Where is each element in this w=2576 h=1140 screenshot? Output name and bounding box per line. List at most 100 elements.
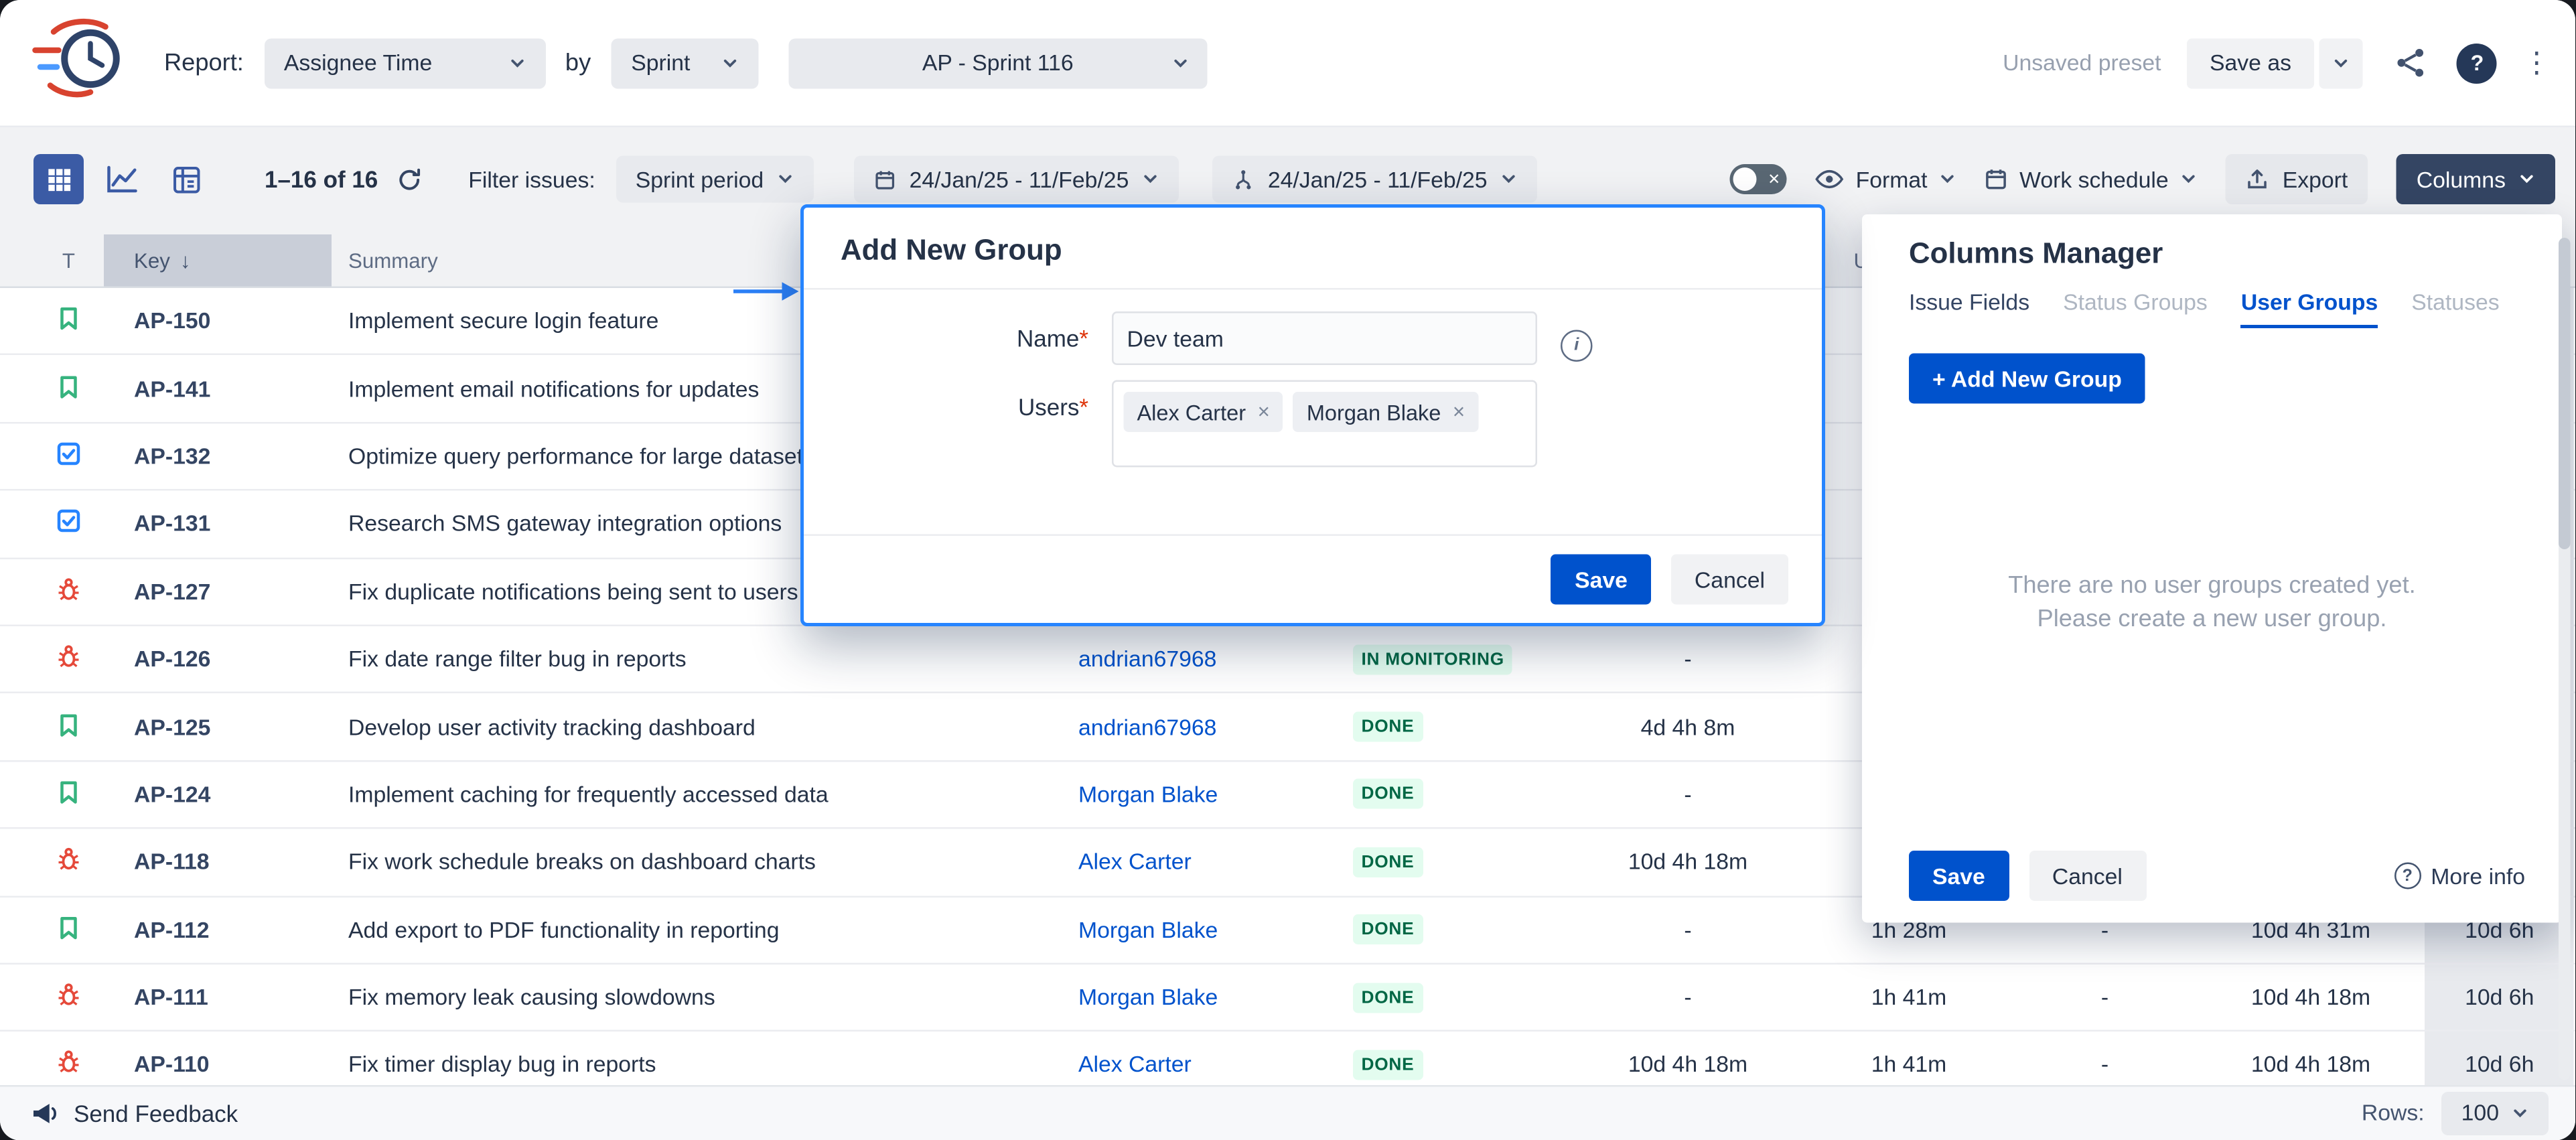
status-badge: DONE (1353, 847, 1423, 877)
modal-title: Add New Group (804, 208, 1822, 290)
chevron-down-icon (1172, 54, 1189, 71)
table-row[interactable]: AP-110 Fix timer display bug in reports … (0, 1032, 2576, 1085)
assignee-link[interactable]: Morgan Blake (1078, 985, 1218, 1010)
issue-key[interactable]: AP-131 (104, 511, 332, 537)
chevron-down-icon (2333, 54, 2350, 71)
col-header-key[interactable]: Key ↓ (104, 234, 332, 287)
user-chip[interactable]: Morgan Blake × (1293, 392, 1478, 432)
status-cell: DONE (1303, 915, 1571, 945)
issue-key[interactable]: AP-111 (104, 985, 332, 1010)
more-info-link[interactable]: ? More info (2394, 863, 2525, 889)
assignee-cell: Morgan Blake (1052, 782, 1303, 807)
chevron-down-icon (2180, 171, 2197, 188)
sprint-dropdown[interactable]: AP - Sprint 116 (788, 38, 1207, 88)
assignee-link[interactable]: andrian67968 (1078, 646, 1216, 672)
compare-range-dropdown[interactable]: 24/Jan/25 - 11/Feb/25 (1212, 156, 1537, 203)
columns-manager-tabs: Issue Fields Status Groups User Groups Stat… (1862, 271, 2562, 328)
issue-key[interactable]: AP-125 (104, 714, 332, 739)
status-badge: DONE (1353, 982, 1423, 1012)
name-form-row: Name* i (841, 311, 1785, 365)
tab-user-groups[interactable]: User Groups (2241, 290, 2378, 329)
tab-statuses[interactable]: Statuses (2411, 290, 2499, 329)
question-circle-icon: ? (2394, 863, 2421, 889)
issue-key[interactable]: AP-141 (104, 376, 332, 401)
remove-user-icon[interactable]: × (1258, 401, 1270, 424)
user-chip[interactable]: Alex Carter × (1124, 392, 1283, 432)
user-chip-label: Morgan Blake (1307, 399, 1441, 425)
remove-user-icon[interactable]: × (1453, 401, 1465, 424)
tab-status-groups[interactable]: Status Groups (2063, 290, 2208, 329)
group-name-input[interactable] (1112, 311, 1537, 365)
format-dropdown[interactable]: Format (1816, 167, 1956, 192)
date-range-dropdown[interactable]: 24/Jan/25 - 11/Feb/25 (854, 156, 1179, 203)
story-icon (56, 914, 82, 946)
filter-issues-label: Filter issues: (468, 167, 595, 192)
app-window: Report: Assignee Time by Sprint AP - Spr… (0, 0, 2576, 1140)
col-header-type[interactable]: T (33, 248, 104, 272)
users-multiselect[interactable]: Alex Carter × Morgan Blake × (1112, 380, 1537, 468)
vertical-scrollbar (2559, 238, 2571, 1080)
filter-preset-dropdown[interactable]: Sprint period (616, 156, 814, 203)
export-label: Export (2283, 167, 2348, 192)
issue-key[interactable]: AP-132 (104, 443, 332, 469)
eye-icon (1816, 169, 1845, 190)
issue-type-cell (33, 711, 104, 743)
modal-cancel-button[interactable]: Cancel (1671, 555, 1788, 605)
info-icon[interactable]: i (1561, 329, 1593, 361)
send-feedback-label: Send Feedback (74, 1100, 238, 1127)
assignee-link[interactable]: andrian67968 (1078, 714, 1216, 739)
rows-label: Rows: (2362, 1100, 2425, 1126)
rows-per-page-dropdown[interactable]: 100 (2441, 1092, 2549, 1135)
bug-icon (56, 846, 82, 878)
modal-save-button[interactable]: Save (1551, 555, 1651, 605)
assignee-link[interactable]: Alex Carter (1078, 849, 1192, 875)
chevron-down-icon (721, 54, 738, 71)
assignee-cell: Morgan Blake (1052, 917, 1303, 942)
issue-key[interactable]: AP-112 (104, 917, 332, 942)
group-by-dropdown[interactable]: Sprint (611, 38, 758, 88)
time-cell-4: 10d 4h 18m (2197, 985, 2425, 1010)
more-menu-button[interactable]: ⋮ (2522, 46, 2546, 80)
send-feedback-button[interactable]: Send Feedback (30, 1100, 238, 1127)
grid-view-button[interactable] (33, 154, 84, 204)
chart-view-button[interactable] (97, 154, 147, 204)
assignee-link[interactable]: Alex Carter (1078, 1052, 1192, 1078)
name-label: Name* (841, 311, 1088, 365)
issue-summary: Fix memory leak causing slowdowns (332, 985, 1052, 1010)
issue-summary: Fix date range filter bug in reports (332, 646, 1052, 672)
issue-key[interactable]: AP-127 (104, 579, 332, 604)
add-new-group-button[interactable]: + Add New Group (1909, 354, 2145, 404)
export-button[interactable]: Export (2226, 154, 2368, 204)
issue-key[interactable]: AP-118 (104, 849, 332, 875)
work-schedule-dropdown[interactable]: Work schedule (1985, 167, 2198, 192)
assignee-cell: Alex Carter (1052, 849, 1303, 875)
panel-cancel-button[interactable]: Cancel (2029, 851, 2146, 901)
compare-range-value: 24/Jan/25 - 11/Feb/25 (1268, 167, 1488, 192)
report-type-dropdown[interactable]: Assignee Time (264, 38, 545, 88)
pivot-view-button[interactable] (161, 154, 211, 204)
columns-button[interactable]: Columns (2396, 154, 2556, 204)
refresh-button[interactable] (388, 157, 431, 201)
issue-key[interactable]: AP-124 (104, 782, 332, 807)
issue-key[interactable]: AP-126 (104, 646, 332, 672)
issue-key[interactable]: AP-150 (104, 308, 332, 334)
empty-columns-toggle[interactable]: ✕ (1730, 164, 1787, 194)
save-as-menu-button[interactable] (2319, 38, 2363, 88)
issue-summary: Implement caching for frequently accesse… (332, 782, 1052, 807)
assignee-link[interactable]: Morgan Blake (1078, 782, 1218, 807)
key-header-label: Key (134, 248, 170, 272)
assignee-link[interactable]: Morgan Blake (1078, 917, 1218, 942)
tab-issue-fields[interactable]: Issue Fields (1909, 290, 2029, 329)
panel-save-button[interactable]: Save (1909, 851, 2009, 901)
time-cell-2: 1h 41m (1805, 1052, 2013, 1078)
help-button[interactable]: ? (2457, 43, 2497, 83)
chevron-down-icon (1939, 171, 1956, 188)
more-info-label: More info (2431, 863, 2525, 889)
scrollbar-thumb[interactable] (2559, 238, 2571, 549)
save-as-button[interactable]: Save as (2186, 38, 2315, 88)
top-bar: Report: Assignee Time by Sprint AP - Spr… (0, 0, 2576, 127)
issue-key[interactable]: AP-110 (104, 1052, 332, 1078)
share-button[interactable] (2388, 41, 2432, 84)
time-cell-1: - (1571, 985, 1805, 1010)
table-row[interactable]: AP-111 Fix memory leak causing slowdowns… (0, 965, 2576, 1032)
